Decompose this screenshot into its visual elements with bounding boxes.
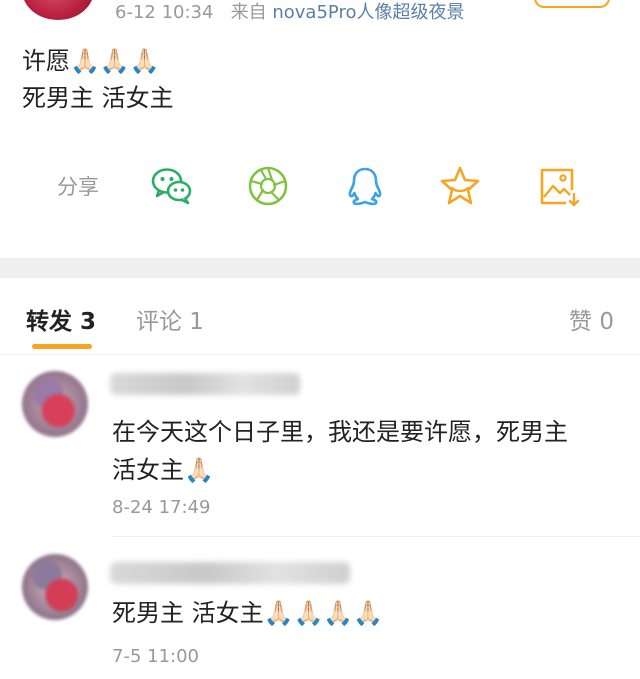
- moments-icon[interactable]: [246, 164, 290, 208]
- item-divider: [112, 536, 640, 537]
- post-line-2: 死男主 活女主: [22, 84, 174, 112]
- weibo-post: 6-12 10:34 来自 nova5Pro人像超级夜景 许愿🙏🏻🙏🏻🙏🏻 死男…: [0, 0, 640, 258]
- active-tab-indicator: [32, 344, 92, 349]
- post-source[interactable]: nova5Pro人像超级夜景: [272, 2, 464, 23]
- repost-line-1: 在今天这个日子里，我还是要许愿，死男主: [112, 418, 568, 446]
- post-content: 许愿🙏🏻🙏🏻🙏🏻 死男主 活女主: [22, 43, 174, 117]
- tab-like[interactable]: 赞 0: [569, 302, 614, 336]
- list-item: 在今天这个日子里，我还是要许愿，死男主 活女主🙏🏻 8-24 17:49: [0, 355, 640, 537]
- share-row: 分享: [0, 160, 640, 210]
- list-item: 死男主 活女主🙏🏻🙏🏻🙏🏻🙏🏻 7-5 11:00: [0, 538, 640, 679]
- author-avatar[interactable]: [22, 0, 94, 20]
- post-meta: 6-12 10:34 来自 nova5Pro人像超级夜景: [115, 0, 464, 26]
- avatar[interactable]: [22, 371, 88, 437]
- source-prefix: 来自: [230, 2, 267, 23]
- post-line-1: 许愿🙏🏻🙏🏻🙏🏻: [22, 47, 160, 75]
- section-gap: [0, 258, 640, 278]
- tab-bar: 转发 3 评论 1 赞 0: [0, 278, 640, 355]
- repost-time: 8-24 17:49: [112, 497, 211, 518]
- follow-button[interactable]: [534, 0, 610, 8]
- post-time: 6-12 10:34: [115, 2, 214, 23]
- repost-time: 7-5 11:00: [112, 646, 199, 667]
- avatar[interactable]: [22, 554, 88, 620]
- repost-text: 在今天这个日子里，我还是要许愿，死男主 活女主🙏🏻: [112, 413, 568, 489]
- repost-line-2: 活女主🙏🏻: [112, 456, 214, 484]
- username[interactable]: [110, 373, 300, 395]
- repost-line-1: 死男主 活女主🙏🏻🙏🏻🙏🏻🙏🏻: [112, 599, 384, 627]
- save-image-icon[interactable]: [536, 164, 580, 208]
- tab-repost[interactable]: 转发 3: [26, 302, 96, 336]
- repost-text: 死男主 活女主🙏🏻🙏🏻🙏🏻🙏🏻: [112, 594, 383, 632]
- qq-icon[interactable]: [343, 164, 387, 208]
- tab-comment[interactable]: 评论 1: [136, 302, 204, 336]
- username[interactable]: [110, 562, 350, 584]
- share-label: 分享: [57, 175, 99, 199]
- favorite-icon[interactable]: [438, 164, 482, 208]
- wechat-icon[interactable]: [150, 164, 194, 208]
